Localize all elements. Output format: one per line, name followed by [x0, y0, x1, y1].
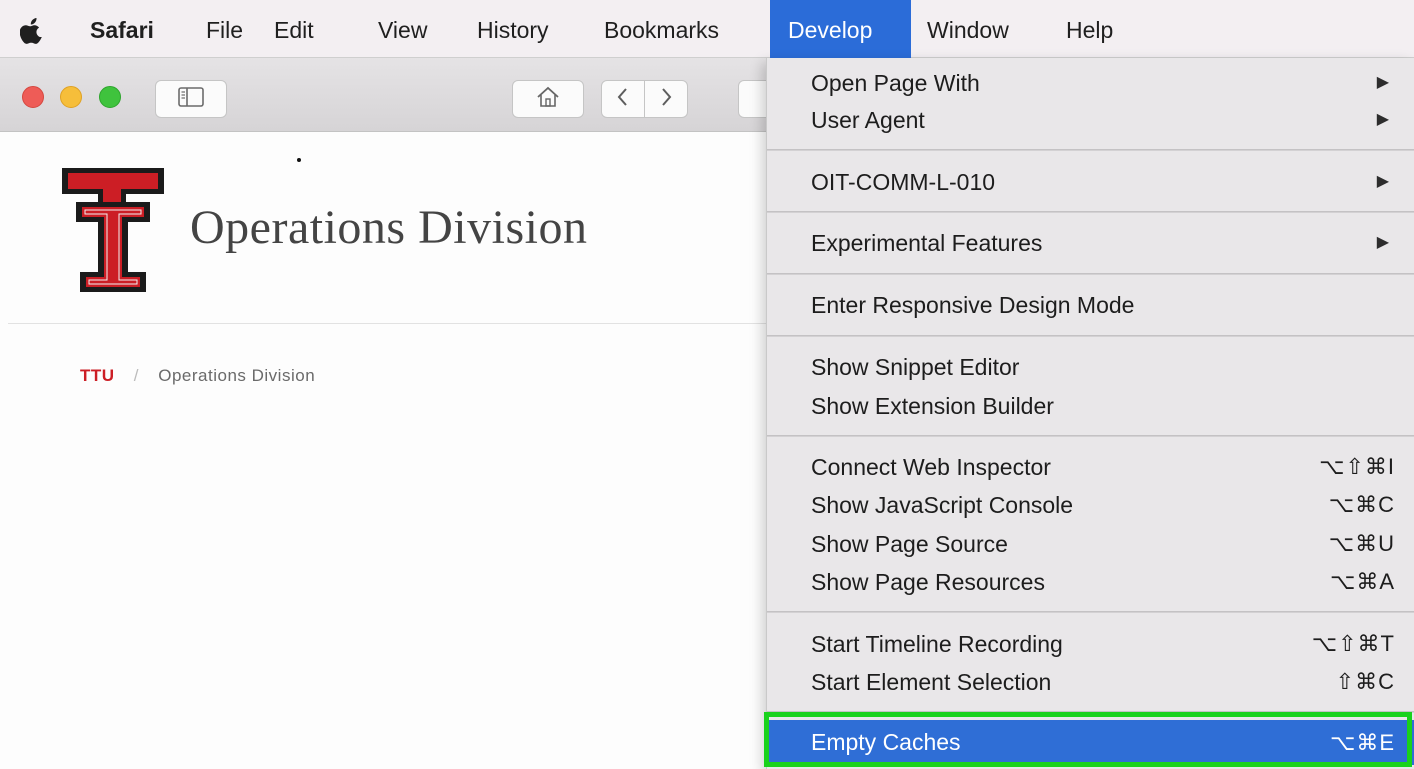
menu-item-empty-caches[interactable]: Empty Caches ⌥⌘E	[767, 720, 1414, 765]
apple-icon[interactable]	[20, 18, 44, 44]
forward-button[interactable]	[644, 80, 688, 118]
sidebar-toggle-button[interactable]	[155, 80, 227, 118]
menu-item-user-agent[interactable]: User Agent ▶	[767, 101, 1414, 139]
menu-item-timeline-recording[interactable]: Start Timeline Recording ⌥⇧⌘T	[767, 625, 1414, 663]
chevron-right-icon	[659, 87, 673, 112]
menu-separator	[767, 273, 1414, 275]
home-button[interactable]	[512, 80, 584, 118]
menu-item-page-resources[interactable]: Show Page Resources ⌥⌘A	[767, 563, 1414, 601]
menu-file[interactable]: File	[206, 0, 243, 58]
close-window-button[interactable]	[22, 86, 44, 108]
submenu-arrow-icon: ▶	[1376, 74, 1389, 91]
zoom-window-button[interactable]	[99, 86, 121, 108]
menu-safari[interactable]: Safari	[90, 0, 154, 58]
menu-separator	[767, 435, 1414, 437]
texas-tech-logo[interactable]	[54, 160, 170, 296]
menu-item-element-selection[interactable]: Start Element Selection ⇧⌘C	[767, 663, 1414, 701]
menu-item-javascript-console[interactable]: Show JavaScript Console ⌥⌘C	[767, 486, 1414, 524]
menu-separator	[767, 611, 1414, 613]
minimize-window-button[interactable]	[60, 86, 82, 108]
shortcut-label: ⌥⌘A	[1329, 569, 1395, 594]
breadcrumb: TTU / Operations Division	[80, 366, 315, 386]
menu-bookmarks[interactable]: Bookmarks	[604, 0, 719, 58]
cursor-dot	[297, 158, 301, 162]
menu-separator	[767, 149, 1414, 151]
header-divider	[8, 323, 808, 324]
shortcut-label: ⌥⌘C	[1328, 492, 1395, 517]
shortcut-label: ⌥⇧⌘T	[1311, 631, 1395, 656]
develop-menu: Open Page With ▶ User Agent ▶ OIT-COMM-L…	[766, 58, 1414, 769]
menu-separator	[767, 211, 1414, 213]
menu-item-experimental-features[interactable]: Experimental Features ▶	[767, 224, 1414, 262]
shortcut-label: ⌥⌘U	[1328, 531, 1395, 556]
menu-item-open-page-with[interactable]: Open Page With ▶	[767, 64, 1414, 102]
submenu-arrow-icon: ▶	[1376, 111, 1389, 128]
back-button[interactable]	[601, 80, 645, 118]
menu-develop[interactable]: Develop	[770, 0, 911, 58]
shortcut-label: ⇧⌘C	[1335, 669, 1395, 694]
page-title: Operations Division	[190, 201, 588, 254]
menu-item-device[interactable]: OIT-COMM-L-010 ▶	[767, 163, 1414, 201]
shortcut-label: ⌥⌘E	[1329, 730, 1395, 755]
menu-bar: Safari File Edit View History Bookmarks …	[0, 0, 1414, 58]
breadcrumb-current: Operations Division	[158, 366, 316, 385]
breadcrumb-home-link[interactable]: TTU	[80, 366, 115, 385]
submenu-arrow-icon: ▶	[1376, 173, 1389, 190]
menu-view[interactable]: View	[378, 0, 427, 58]
menu-item-extension-builder[interactable]: Show Extension Builder	[767, 387, 1414, 425]
menu-separator	[767, 335, 1414, 337]
menu-edit[interactable]: Edit	[274, 0, 314, 58]
menu-history[interactable]: History	[477, 0, 549, 58]
menu-separator	[767, 711, 1414, 713]
menu-item-snippet-editor[interactable]: Show Snippet Editor	[767, 348, 1414, 386]
menu-item-connect-web-inspector[interactable]: Connect Web Inspector ⌥⇧⌘I	[767, 448, 1414, 486]
sidebar-icon	[178, 86, 204, 112]
menu-window[interactable]: Window	[927, 0, 1009, 58]
chevron-left-icon	[616, 87, 630, 112]
submenu-arrow-icon: ▶	[1376, 234, 1389, 251]
shortcut-label: ⌥⇧⌘I	[1319, 454, 1395, 479]
menu-item-responsive-design-mode[interactable]: Enter Responsive Design Mode	[767, 286, 1414, 324]
home-icon	[536, 86, 560, 113]
menu-help[interactable]: Help	[1066, 0, 1113, 58]
menu-item-page-source[interactable]: Show Page Source ⌥⌘U	[767, 525, 1414, 563]
breadcrumb-separator: /	[133, 366, 140, 385]
